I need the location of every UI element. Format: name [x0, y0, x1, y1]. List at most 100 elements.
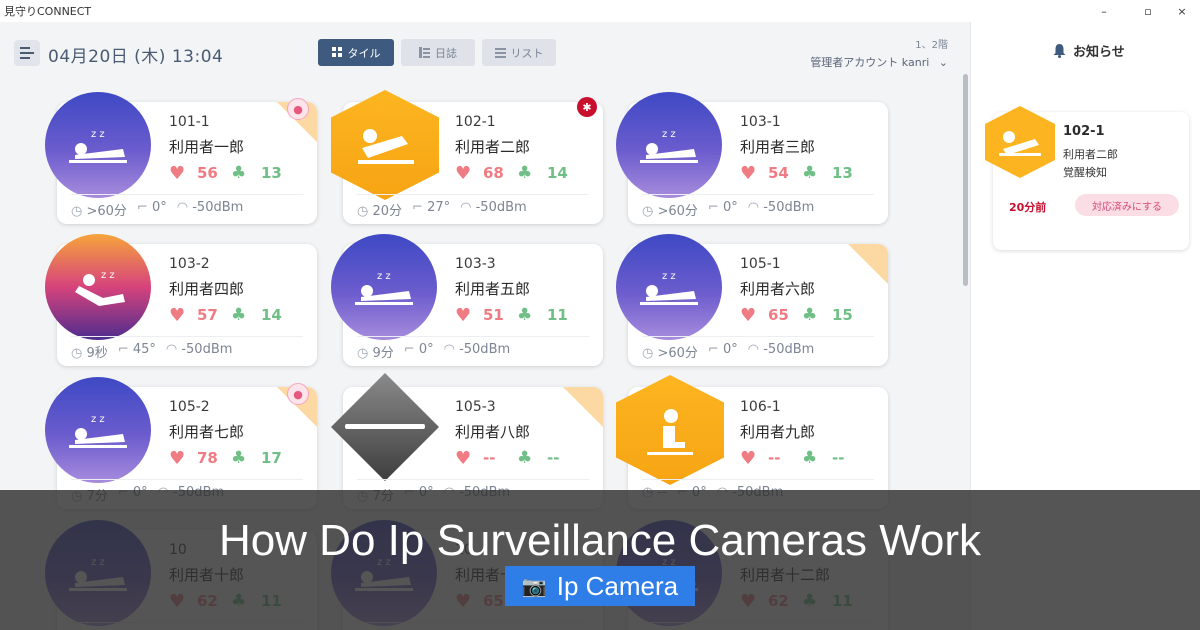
room-number: 103-3 — [455, 256, 496, 272]
lungs-icon: ♣ — [517, 448, 533, 468]
room-number: 103-2 — [169, 256, 210, 272]
bed-angle-icon: ⌐ — [136, 200, 148, 215]
tag-button[interactable]: 📷 Ip Camera — [505, 566, 695, 606]
svg-text:z z: z z — [662, 271, 676, 282]
status-row: ◷ >60分 ⌐ 0° ◠ -50dBm — [642, 342, 814, 361]
wifi-icon: ◠ — [747, 200, 760, 215]
heart-rate: 57 — [197, 306, 218, 324]
svg-text:z z: z z — [662, 129, 676, 140]
notification-resident: 利用者二郎 — [1063, 148, 1118, 161]
wifi-icon: ◠ — [176, 200, 189, 215]
lungs-icon: ♣ — [802, 305, 818, 325]
bed-angle-icon: ⌐ — [707, 200, 719, 215]
tag-label: Ip Camera — [556, 570, 679, 601]
wifi-icon: ◠ — [443, 342, 455, 357]
lungs-icon: ♣ — [517, 163, 533, 183]
bell-icon[interactable]: ● — [287, 98, 309, 120]
bed-angle-icon: ⌐ — [403, 342, 415, 357]
lungs-icon: ♣ — [802, 163, 818, 183]
menu-button[interactable] — [14, 40, 40, 66]
tab-journal[interactable]: 日誌 — [401, 39, 475, 66]
room-number: 103-1 — [740, 114, 781, 130]
bed-angle-icon: ⌐ — [707, 342, 719, 357]
status-row: ◷ 9分 ⌐ 0° ◠ -50dBm — [357, 342, 510, 361]
notification-card[interactable]: 102-1 利用者二郎 覚醒検知 20分前 対応済みにする — [985, 106, 1189, 250]
heart-icon: ♥ — [169, 163, 186, 184]
sleeping-icon: z z — [331, 234, 437, 340]
timer-icon: ◷ — [71, 346, 83, 361]
divider — [71, 479, 303, 480]
bed-angle-icon: ⌐ — [412, 200, 423, 215]
divider — [642, 479, 874, 480]
resident-tile[interactable]: z z 103-3 利用者五郎 ♥ 51 ♣ 11 ◷ 9分 ⌐ 0° ◠ -50dBm — [331, 234, 603, 366]
window-titlebar: 見守りCONNECT – ▫ × — [0, 0, 1200, 22]
resident-tile[interactable]: ✱ 102-1 利用者二郎 ♥ 68 ♣ 14 ◷ 20分 ⌐ 27° ◠ -50dBm — [331, 90, 603, 224]
tab-list[interactable]: リスト — [482, 39, 556, 66]
camera-icon: 📷 — [521, 575, 547, 598]
room-number: 105-2 — [169, 399, 210, 415]
state-duration: 20分 — [372, 204, 403, 219]
timer-icon: ◷ — [357, 346, 369, 361]
signal-strength: -50dBm — [763, 342, 815, 357]
list-icon — [494, 47, 506, 58]
mark-handled-button[interactable]: 対応済みにする — [1075, 194, 1179, 216]
heart-icon: ♥ — [455, 305, 472, 326]
resident-name: 利用者一郎 — [169, 138, 245, 156]
room-number: 102-1 — [455, 114, 496, 130]
bell-icon — [1053, 43, 1066, 58]
heart-icon: ♥ — [740, 448, 757, 469]
heart-icon: ♥ — [169, 448, 186, 469]
respiration-rate: 14 — [261, 306, 282, 324]
alert-icon[interactable]: ✱ — [577, 97, 597, 117]
resident-name: 利用者八郎 — [455, 423, 531, 441]
wifi-icon: ◠ — [747, 342, 760, 357]
minimize-button[interactable]: – — [1082, 0, 1126, 22]
resident-name: 利用者九郎 — [740, 423, 816, 441]
resident-tile[interactable]: z z 105-1 利用者六郎 ♥ 65 ♣ 15 ◷ >60分 ⌐ 0° ◠ -50dBm — [616, 234, 888, 366]
respiration-rate: 11 — [547, 306, 568, 324]
scrollbar-thumb[interactable] — [963, 74, 968, 286]
resident-name: 利用者五郎 — [455, 280, 531, 298]
waking-icon — [331, 90, 439, 200]
tab-label: リスト — [510, 46, 544, 60]
svg-text:z z: z z — [91, 414, 105, 425]
svg-text:z z: z z — [101, 270, 115, 281]
respiration-rate: 13 — [832, 164, 853, 182]
floor-pager[interactable]: 1、2階 — [915, 36, 948, 51]
sleeping-icon: z z — [45, 377, 151, 483]
bed-angle: 45° — [132, 342, 156, 357]
waking-icon — [985, 106, 1055, 178]
resident-tile[interactable]: ● z z 101-1 利用者一郎 ♥ 56 ♣ 13 ◷ >60分 ⌐ 0° ◠ -50dBm — [45, 92, 317, 224]
heart-icon: ♥ — [740, 163, 757, 184]
resident-tile[interactable]: z z 103-1 利用者三郎 ♥ 54 ♣ 13 ◷ >60分 ⌐ 0° ◠ -50dBm — [616, 92, 888, 224]
divider — [357, 194, 589, 195]
resident-name: 利用者三郎 — [740, 138, 816, 156]
state-duration: 9秒 — [86, 346, 108, 361]
heart-rate: 65 — [768, 306, 789, 324]
resident-tile[interactable]: z z 103-2 利用者四郎 ♥ 57 ♣ 14 ◷ 9秒 ⌐ 45° ◠ -50dBm — [45, 234, 317, 366]
sleeping-icon: z z — [45, 92, 151, 198]
bell-icon[interactable]: ● — [287, 383, 309, 405]
signal-strength: -50dBm — [192, 200, 244, 215]
resident-name: 利用者六郎 — [740, 280, 816, 298]
tab-tile[interactable]: タイル — [318, 39, 394, 66]
bed-angle: 0° — [722, 200, 738, 215]
heart-rate: 78 — [197, 449, 218, 467]
tab-label: タイル — [347, 46, 381, 60]
divider — [71, 336, 303, 337]
bed-angle: 0° — [151, 200, 167, 215]
divider — [357, 336, 589, 337]
heart-icon: ♥ — [740, 305, 757, 326]
divider — [71, 194, 303, 195]
account-selector[interactable]: 管理者アカウント kanri ⌄ — [810, 54, 948, 70]
room-number: 106-1 — [740, 399, 781, 415]
lungs-icon: ♣ — [231, 448, 247, 468]
room-number: 105-3 — [455, 399, 496, 415]
lungs-icon: ♣ — [231, 163, 247, 183]
close-button[interactable]: × — [1160, 0, 1200, 22]
notifications-header: お知らせ — [1053, 41, 1125, 60]
timer-icon: ◷ — [642, 346, 654, 361]
resident-name: 利用者七郎 — [169, 423, 245, 441]
current-datetime: 04月20日 (木) 13:04 — [48, 47, 224, 67]
respiration-rate: 13 — [261, 164, 282, 182]
